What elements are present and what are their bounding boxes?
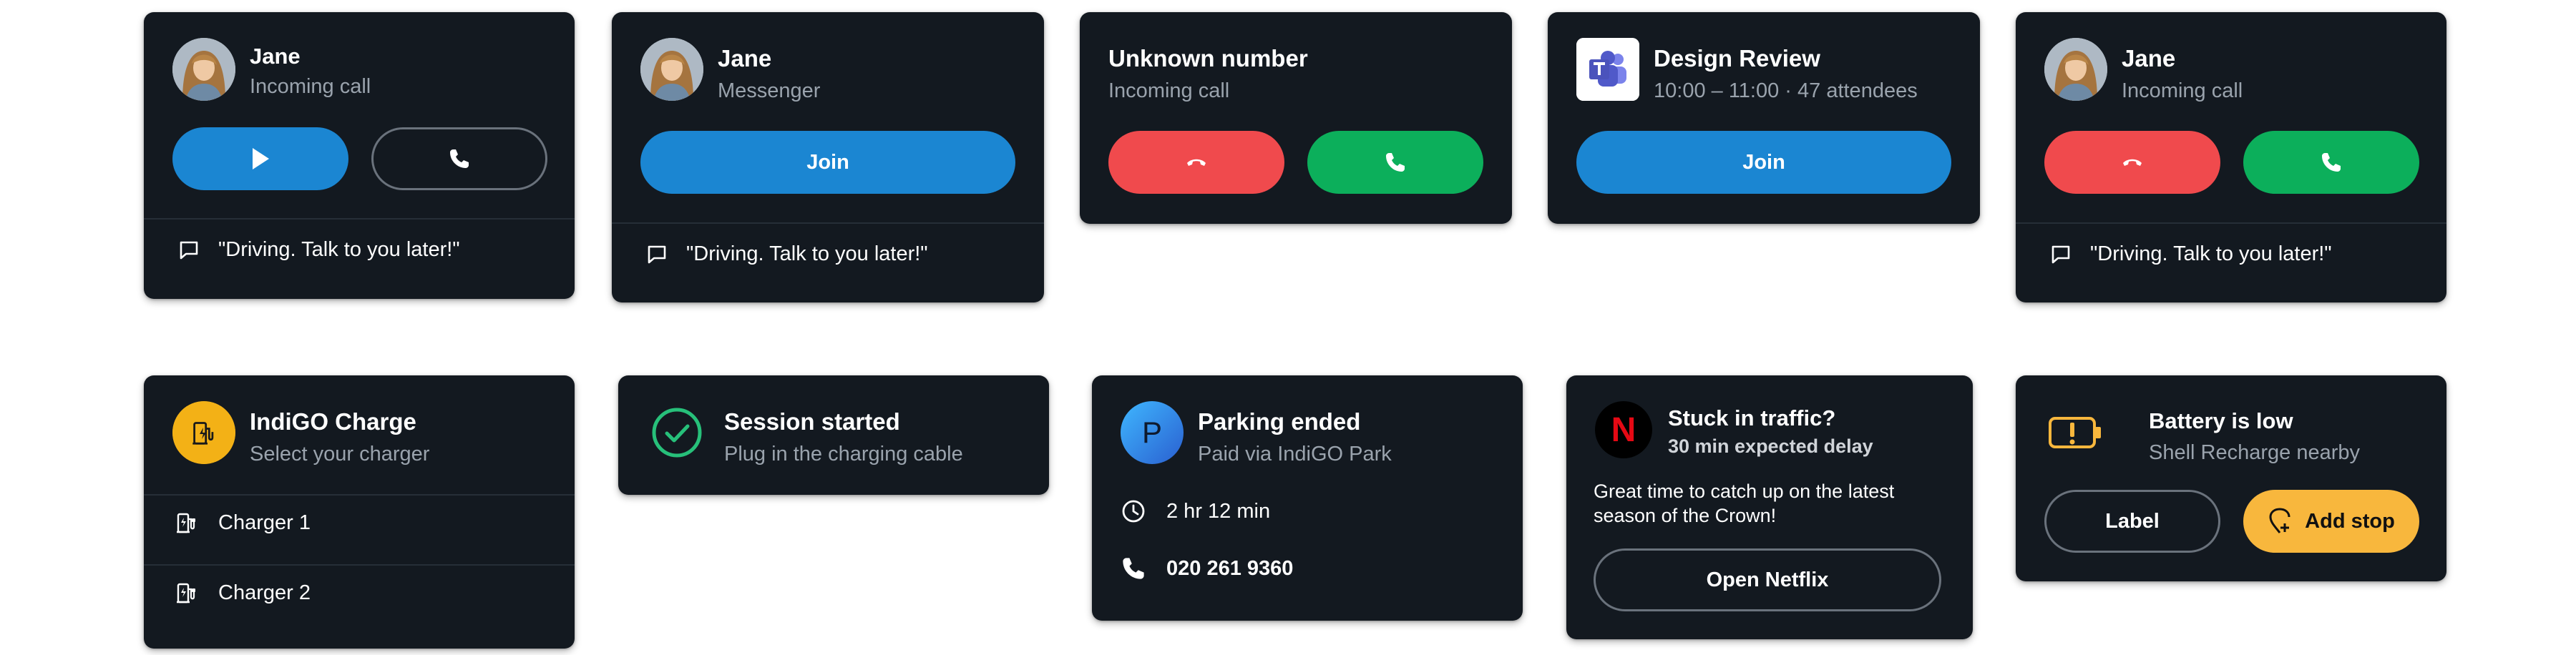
delay-subtitle: 30 min expected delay xyxy=(1668,435,1873,457)
jane-incoming-call-card-2: Jane Incoming call "Driving. Talk to you… xyxy=(2016,12,2446,302)
battery-low-card: Battery is low Shell Recharge nearby Lab… xyxy=(2016,375,2446,581)
join-button[interactable]: Join xyxy=(640,131,1015,194)
label-button[interactable]: Label xyxy=(2044,490,2220,553)
play-button[interactable] xyxy=(172,127,348,190)
call-header: Unknown number Incoming call xyxy=(1108,38,1491,102)
battery-warning-icon xyxy=(2044,401,2107,464)
phone-icon xyxy=(1121,556,1146,581)
call-status: Incoming call xyxy=(2122,79,2243,102)
divider xyxy=(2016,222,2446,224)
battery-subtitle: Shell Recharge nearby xyxy=(2149,441,2361,464)
messenger-header: Jane Messenger xyxy=(640,38,1023,102)
parking-badge: P xyxy=(1121,401,1184,464)
meeting-header: Design Review 10:00 – 11:00 · 47 attende… xyxy=(1576,38,1958,102)
session-subtitle: Plug in the charging cable xyxy=(724,443,963,466)
indigo-charge-card: IndiGO Charge Select your charger Charge… xyxy=(144,375,575,649)
charger-label: Charger 2 xyxy=(218,581,311,604)
netflix-header: N Stuck in traffic? 30 min expected dela… xyxy=(1595,401,1951,466)
charger-label: Charger 1 xyxy=(218,511,311,534)
battery-header: Battery is low Shell Recharge nearby xyxy=(2044,401,2425,466)
parking-ended-card: P Parking ended Paid via IndiGO Park 2 h… xyxy=(1092,375,1523,621)
session-header: Session started Plug in the charging cab… xyxy=(647,401,1028,466)
charger-brand-icon xyxy=(172,401,235,464)
charge-subtitle: Select your charger xyxy=(250,443,430,466)
quick-reply-text: "Driving. Talk to you later!" xyxy=(2090,242,2332,265)
add-stop-label: Add stop xyxy=(2305,509,2395,533)
teams-icon xyxy=(1576,38,1639,101)
jane-incoming-call-card: Jane Incoming call "Driving. Talk to you… xyxy=(144,12,575,299)
quick-reply-row[interactable]: "Driving. Talk to you later!" xyxy=(646,242,928,266)
jane-avatar xyxy=(640,38,703,101)
message-icon xyxy=(2050,244,2072,265)
charger-option-2[interactable]: Charger 2 xyxy=(175,581,311,605)
message-icon xyxy=(178,240,200,261)
parking-title: Parking ended xyxy=(1198,408,1361,435)
phone-icon xyxy=(448,147,471,170)
divider xyxy=(144,218,575,220)
parking-letter: P xyxy=(1141,415,1162,449)
divider xyxy=(612,222,1044,224)
unknown-number-card: Unknown number Incoming call xyxy=(1080,12,1512,224)
call-status: Incoming call xyxy=(1108,79,1230,102)
design-review-card: Design Review 10:00 – 11:00 · 47 attende… xyxy=(1548,12,1980,224)
caller-name: Jane xyxy=(2122,45,2176,72)
netflix-icon: N xyxy=(1595,401,1652,458)
suggestion-text: Great time to catch up on the latest sea… xyxy=(1594,481,1895,526)
charger-icon xyxy=(175,582,198,605)
clock-icon xyxy=(1121,498,1146,524)
charger-icon xyxy=(175,512,198,535)
jane-avatar xyxy=(2044,38,2107,101)
battery-title: Battery is low xyxy=(2149,408,2293,433)
add-location-icon xyxy=(2268,508,2292,535)
duration-text: 2 hr 12 min xyxy=(1166,499,1271,523)
netflix-logo-letter: N xyxy=(1611,410,1636,449)
parking-subtitle: Paid via IndiGO Park xyxy=(1198,443,1392,466)
phone-hangup-icon xyxy=(1185,151,1208,174)
session-started-card: Session started Plug in the charging cab… xyxy=(618,375,1049,495)
decline-call-button[interactable] xyxy=(1108,131,1284,194)
decline-call-button[interactable] xyxy=(2044,131,2220,194)
answer-call-button[interactable] xyxy=(371,127,547,190)
session-title: Session started xyxy=(724,408,900,435)
charge-header: IndiGO Charge Select your charger xyxy=(172,401,553,466)
caller-name: Jane xyxy=(250,44,301,69)
quick-reply-row[interactable]: "Driving. Talk to you later!" xyxy=(2050,242,2332,266)
phone-row[interactable]: 020 261 9360 xyxy=(1121,556,1293,581)
charger-option-1[interactable]: Charger 1 xyxy=(175,511,311,535)
parking-header: P Parking ended Paid via IndiGO Park xyxy=(1121,401,1501,466)
quick-reply-text: "Driving. Talk to you later!" xyxy=(686,242,928,265)
traffic-title: Stuck in traffic? xyxy=(1668,405,1836,430)
phone-hangup-icon xyxy=(2121,151,2144,174)
contact-name: Jane xyxy=(718,45,772,72)
jane-messenger-card: Jane Messenger Join "Driving. Talk to yo… xyxy=(612,12,1044,302)
call-header: Jane Incoming call xyxy=(2044,38,2425,102)
play-icon xyxy=(250,147,271,171)
charge-title: IndiGO Charge xyxy=(250,408,416,435)
quick-reply-text: "Driving. Talk to you later!" xyxy=(218,238,460,261)
meeting-title: Design Review xyxy=(1654,45,1820,72)
divider xyxy=(144,564,575,566)
divider xyxy=(144,494,575,496)
check-circle-icon xyxy=(647,401,710,464)
message-icon xyxy=(646,244,668,265)
phone-icon xyxy=(1384,151,1407,174)
phone-icon xyxy=(2320,151,2343,174)
duration-row: 2 hr 12 min xyxy=(1121,498,1270,524)
meeting-details: 10:00 – 11:00 · 47 attendees xyxy=(1654,79,1918,102)
jane-avatar xyxy=(172,38,235,101)
caller-title: Unknown number xyxy=(1108,45,1308,72)
app-name: Messenger xyxy=(718,79,821,102)
open-netflix-button[interactable]: Open Netflix xyxy=(1594,548,1941,611)
netflix-suggestion-card: N Stuck in traffic? 30 min expected dela… xyxy=(1566,375,1973,639)
call-header: Jane Incoming call xyxy=(172,38,553,102)
call-status: Incoming call xyxy=(250,75,371,98)
answer-call-button[interactable] xyxy=(2243,131,2419,194)
phone-number: 020 261 9360 xyxy=(1166,556,1294,580)
answer-call-button[interactable] xyxy=(1307,131,1483,194)
quick-reply-row[interactable]: "Driving. Talk to you later!" xyxy=(178,238,460,262)
add-stop-button[interactable]: Add stop xyxy=(2243,490,2419,553)
join-meeting-button[interactable]: Join xyxy=(1576,131,1951,194)
